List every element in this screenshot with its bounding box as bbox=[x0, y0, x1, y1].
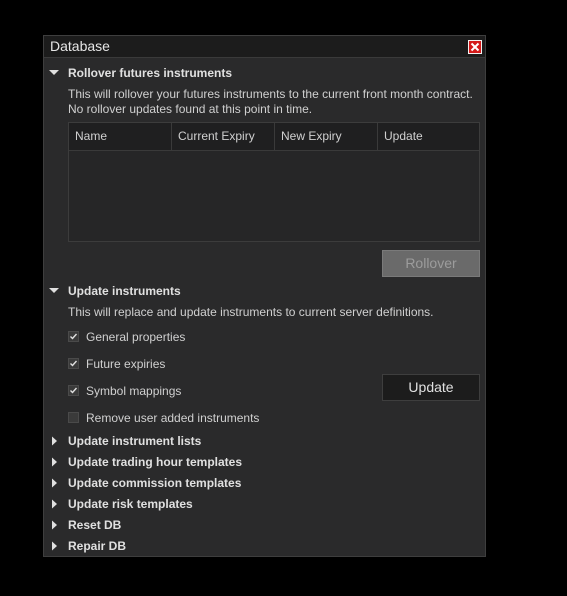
collapsed-arrow-icon bbox=[52, 478, 57, 488]
section-label: Update trading hour templates bbox=[68, 455, 243, 469]
database-dialog: Database Rollover futures instruments Th… bbox=[43, 35, 486, 557]
column-header-current-expiry[interactable]: Current Expiry bbox=[172, 123, 275, 150]
check-icon bbox=[70, 387, 78, 394]
section-update-instrument-lists[interactable]: Update instrument lists bbox=[48, 432, 478, 450]
checkbox-label: Symbol mappings bbox=[86, 384, 182, 398]
rollover-button[interactable]: Rollover bbox=[382, 250, 480, 277]
expanded-arrow-icon bbox=[49, 288, 59, 293]
section-label: Update instruments bbox=[68, 284, 181, 298]
section-label: Rollover futures instruments bbox=[68, 66, 233, 80]
title-bar[interactable]: Database bbox=[44, 36, 485, 58]
collapsed-arrow-icon bbox=[52, 520, 57, 530]
section-update-trading-hour-templates[interactable]: Update trading hour templates bbox=[48, 453, 478, 471]
check-icon bbox=[70, 360, 78, 367]
collapsed-arrow-icon bbox=[52, 457, 57, 467]
rollover-status: No rollover updates found at this point … bbox=[68, 102, 313, 116]
checkbox[interactable] bbox=[68, 358, 79, 369]
option-general-properties[interactable]: General properties bbox=[68, 328, 268, 346]
section-update-commission-templates[interactable]: Update commission templates bbox=[48, 474, 478, 492]
expanded-arrow-icon bbox=[49, 70, 59, 75]
checkbox[interactable] bbox=[68, 331, 79, 342]
checkbox[interactable] bbox=[68, 412, 79, 423]
section-reset-db[interactable]: Reset DB bbox=[48, 516, 478, 534]
section-label: Update instrument lists bbox=[68, 434, 202, 448]
rollover-description: This will rollover your futures instrume… bbox=[68, 87, 473, 101]
collapsed-arrow-icon bbox=[52, 541, 57, 551]
checkbox[interactable] bbox=[68, 385, 79, 396]
check-icon bbox=[70, 333, 78, 340]
dialog-title: Database bbox=[50, 38, 110, 54]
section-label: Repair DB bbox=[68, 539, 127, 553]
option-remove-user-instruments[interactable]: Remove user added instruments bbox=[68, 409, 298, 427]
section-label: Update risk templates bbox=[68, 497, 193, 511]
column-header-name[interactable]: Name bbox=[69, 123, 172, 150]
section-label: Update commission templates bbox=[68, 476, 242, 490]
close-button[interactable] bbox=[468, 40, 482, 54]
update-button[interactable]: Update bbox=[382, 374, 480, 401]
close-icon bbox=[470, 42, 480, 52]
column-header-update[interactable]: Update bbox=[378, 123, 479, 150]
collapsed-arrow-icon bbox=[52, 436, 57, 446]
collapsed-arrow-icon bbox=[52, 499, 57, 509]
checkbox-label: General properties bbox=[86, 330, 186, 344]
checkbox-label: Future expiries bbox=[86, 357, 166, 371]
section-update-instruments[interactable]: Update instruments bbox=[48, 282, 478, 300]
option-symbol-mappings[interactable]: Symbol mappings bbox=[68, 382, 268, 400]
option-future-expiries[interactable]: Future expiries bbox=[68, 355, 268, 373]
section-repair-db[interactable]: Repair DB bbox=[48, 537, 478, 555]
section-update-risk-templates[interactable]: Update risk templates bbox=[48, 495, 478, 513]
update-description: This will replace and update instruments… bbox=[68, 305, 434, 319]
section-rollover-futures[interactable]: Rollover futures instruments bbox=[48, 64, 478, 82]
column-header-new-expiry[interactable]: New Expiry bbox=[275, 123, 378, 150]
grid-header: Name Current Expiry New Expiry Update bbox=[69, 123, 479, 151]
section-label: Reset DB bbox=[68, 518, 122, 532]
checkbox-label: Remove user added instruments bbox=[86, 411, 260, 425]
rollover-grid[interactable]: Name Current Expiry New Expiry Update bbox=[68, 122, 480, 242]
